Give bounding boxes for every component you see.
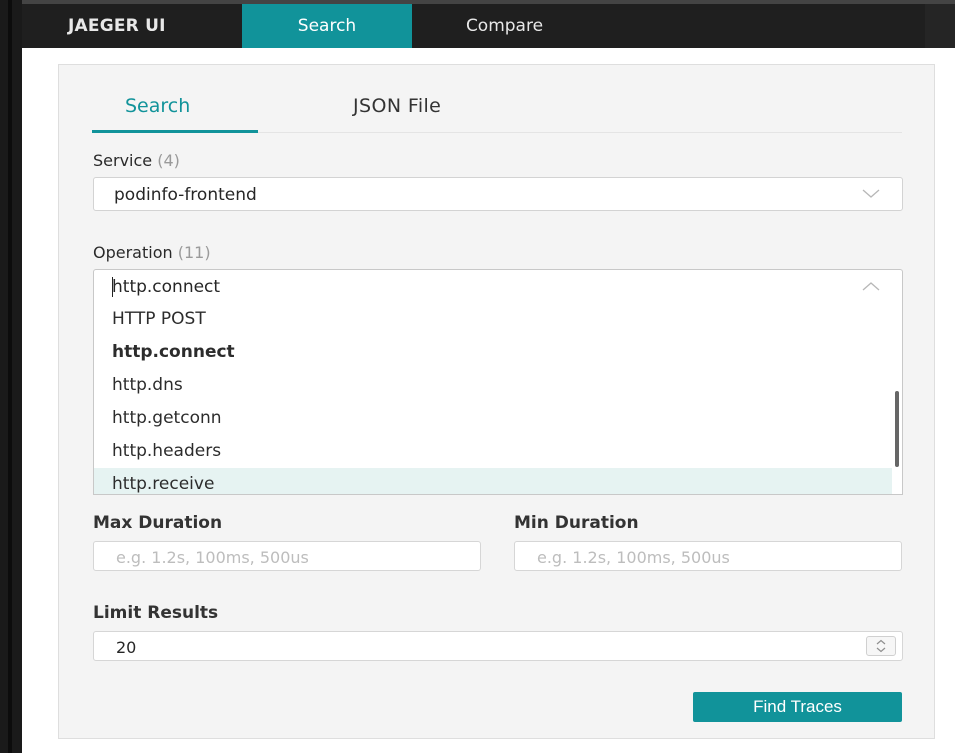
active-tab-indicator (92, 130, 258, 133)
nav-search[interactable]: Search (242, 4, 412, 48)
operation-option-highlighted[interactable]: http.receive (94, 468, 892, 494)
dropdown-scrollbar[interactable] (895, 391, 899, 467)
limit-results-input[interactable]: 20 (93, 631, 903, 661)
brand-logo[interactable]: JAEGER UI (44, 4, 204, 48)
operation-search-input[interactable]: http.connect (93, 269, 903, 302)
search-tabs: Search JSON File (92, 87, 902, 133)
tab-search[interactable]: Search (125, 95, 190, 117)
limit-results-value: 20 (116, 638, 137, 657)
service-label: Service (4) (93, 151, 180, 170)
service-count: (4) (157, 151, 180, 170)
operation-input-value: http.connect (112, 277, 221, 297)
operation-option[interactable]: HTTP POST (94, 303, 892, 336)
nav-compare[interactable]: Compare (437, 4, 572, 48)
chevron-up-icon (862, 279, 880, 295)
operation-label-text: Operation (93, 243, 173, 262)
service-select-value: podinfo-frontend (114, 185, 257, 205)
operation-option[interactable]: http.dns (94, 369, 892, 402)
stepper-arrows-icon[interactable] (866, 636, 896, 656)
operation-option[interactable]: http.headers (94, 435, 892, 468)
max-duration-input[interactable]: e.g. 1.2s, 100ms, 500us (93, 541, 481, 571)
find-traces-button[interactable]: Find Traces (693, 692, 902, 722)
min-duration-input[interactable]: e.g. 1.2s, 100ms, 500us (514, 541, 902, 571)
top-nav-bar: JAEGER UI Search Compare (22, 0, 955, 48)
service-label-text: Service (93, 151, 153, 170)
operation-dropdown: HTTP POST http.connect http.dns http.get… (93, 301, 903, 495)
operation-option-selected[interactable]: http.connect (94, 336, 892, 369)
tab-json-file[interactable]: JSON File (353, 95, 441, 117)
operation-count: (11) (177, 243, 211, 262)
service-select[interactable]: podinfo-frontend (93, 177, 903, 211)
window-left-edge (0, 0, 22, 753)
min-duration-label: Min Duration (514, 513, 639, 533)
operation-option[interactable]: http.getconn (94, 402, 892, 435)
operation-label: Operation (11) (93, 243, 211, 262)
max-duration-label: Max Duration (93, 513, 223, 533)
text-cursor (112, 277, 113, 297)
limit-results-label: Limit Results (93, 603, 219, 623)
chevron-down-icon (862, 187, 880, 203)
search-form-panel: Search JSON File Service (4) podinfo-fro… (58, 64, 935, 739)
